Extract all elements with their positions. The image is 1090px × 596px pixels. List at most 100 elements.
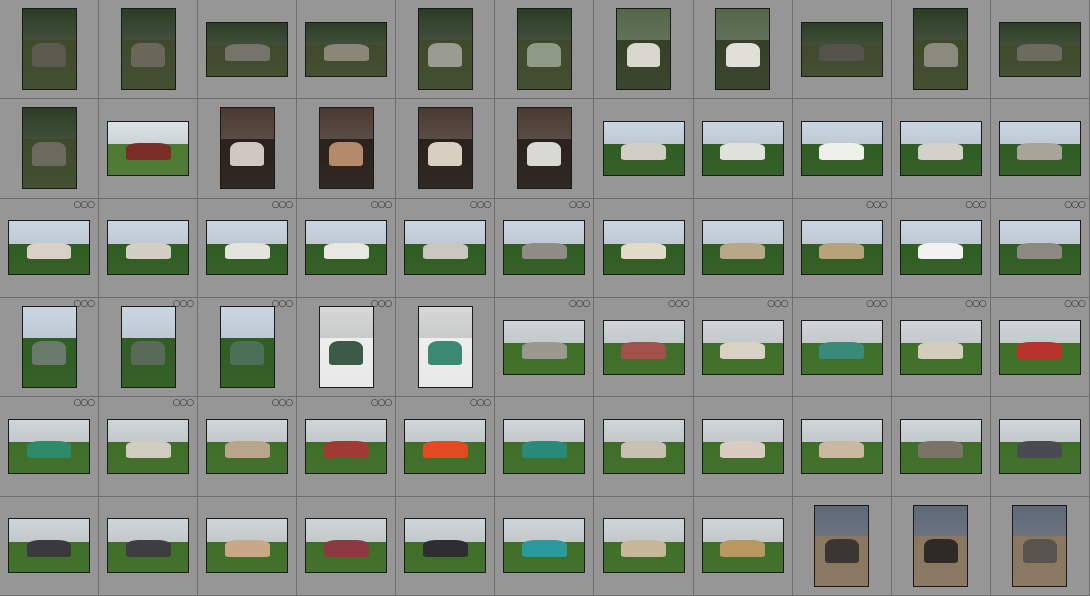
options-badge-icon[interactable]: ○○○ [866,200,888,210]
thumbnail-image[interactable] [701,518,784,574]
thumbnail-image[interactable] [516,107,572,190]
thumbnail-cell[interactable]: ○○○ [0,397,100,497]
thumbnail-cell[interactable] [198,496,298,596]
thumbnail-cell[interactable]: ○○○ [297,297,397,398]
thumbnail-cell[interactable]: ○○○ [990,198,1090,298]
options-badge-icon[interactable]: ○○○ [569,299,591,309]
thumbnail-image[interactable] [616,8,671,91]
thumbnail-image[interactable] [318,107,374,190]
thumbnail-cell[interactable] [693,496,793,596]
thumbnail-cell[interactable] [792,397,892,497]
thumbnail-cell[interactable] [396,297,496,398]
thumbnail-image[interactable] [21,306,77,389]
thumbnail-image[interactable] [899,220,982,276]
thumbnail-image[interactable] [899,418,982,474]
thumbnail-image[interactable] [206,220,289,276]
thumbnail-image[interactable] [701,418,784,474]
thumbnail-image[interactable] [503,319,586,375]
thumbnail-image[interactable] [715,8,771,91]
thumbnail-cell[interactable]: ○○○ [99,397,199,497]
thumbnail-image[interactable] [206,418,289,474]
thumbnail-image[interactable] [516,8,572,91]
thumbnail-image[interactable] [998,319,1081,375]
thumbnail-cell[interactable]: ○○○ [0,198,100,298]
thumbnail-image[interactable] [404,220,487,276]
thumbnail-cell[interactable] [990,496,1090,596]
thumbnail-cell[interactable] [297,496,397,596]
thumbnail-cell[interactable] [495,0,595,100]
thumbnail-cell[interactable] [99,198,199,298]
thumbnail-cell[interactable]: ○○○ [792,198,892,298]
options-badge-icon[interactable]: ○○○ [470,399,492,408]
thumbnail-cell[interactable] [990,397,1090,497]
thumbnail-cell[interactable]: ○○○ [198,397,298,497]
options-badge-icon[interactable]: ○○○ [272,200,294,210]
thumbnail-image[interactable] [21,8,77,91]
thumbnail-image[interactable] [1012,504,1068,587]
thumbnail-image[interactable] [305,21,388,77]
thumbnail-image[interactable] [404,518,487,574]
thumbnail-image[interactable] [913,504,969,587]
thumbnail-image[interactable] [8,220,91,276]
thumbnail-image[interactable] [701,220,784,276]
thumbnail-image[interactable] [913,8,969,91]
thumbnail-cell[interactable] [0,0,100,100]
thumbnail-cell[interactable] [891,0,991,100]
thumbnail-cell[interactable] [198,0,298,100]
thumbnail-cell[interactable]: ○○○ [396,198,496,298]
thumbnail-image[interactable] [21,107,77,190]
thumbnail-cell[interactable]: ○○○ [297,397,397,497]
thumbnail-cell[interactable] [396,99,496,199]
thumbnail-cell[interactable]: ○○○ [594,297,694,398]
thumbnail-cell[interactable]: ○○○ [495,297,595,398]
thumbnail-cell[interactable] [693,0,793,100]
thumbnail-cell[interactable]: ○○○ [297,198,397,298]
thumbnail-image[interactable] [417,107,473,190]
options-badge-icon[interactable]: ○○○ [1064,299,1086,309]
thumbnail-image[interactable] [206,21,289,77]
thumbnail-image[interactable] [800,418,883,474]
thumbnail-image[interactable] [602,120,685,176]
thumbnail-cell[interactable] [792,0,892,100]
thumbnail-image[interactable] [107,518,190,574]
thumbnail-image[interactable] [998,418,1081,474]
options-badge-icon[interactable]: ○○○ [173,399,195,408]
thumbnail-cell[interactable] [594,198,694,298]
thumbnail-image[interactable] [107,418,190,474]
thumbnail-image[interactable] [814,504,870,587]
thumbnail-cell[interactable] [0,99,100,199]
thumbnail-image[interactable] [602,319,685,375]
thumbnail-cell[interactable]: ○○○ [99,297,199,398]
thumbnail-image[interactable] [305,220,388,276]
options-badge-icon[interactable]: ○○○ [965,299,987,309]
thumbnail-image[interactable] [800,220,883,276]
options-badge-icon[interactable]: ○○○ [371,399,393,408]
thumbnail-cell[interactable] [297,99,397,199]
thumbnail-cell[interactable]: ○○○ [198,198,298,298]
options-badge-icon[interactable]: ○○○ [74,399,96,408]
thumbnail-cell[interactable] [594,397,694,497]
thumbnail-image[interactable] [503,418,586,474]
options-badge-icon[interactable]: ○○○ [569,200,591,210]
thumbnail-image[interactable] [602,220,685,276]
thumbnail-cell[interactable]: ○○○ [495,198,595,298]
options-badge-icon[interactable]: ○○○ [371,200,393,210]
thumbnail-image[interactable] [8,418,91,474]
thumbnail-image[interactable] [120,8,176,91]
thumbnail-cell[interactable] [297,0,397,100]
thumbnail-cell[interactable] [594,0,694,100]
thumbnail-image[interactable] [701,319,784,375]
thumbnail-cell[interactable] [99,0,199,100]
thumbnail-cell[interactable] [594,496,694,596]
thumbnail-image[interactable] [998,120,1081,176]
thumbnail-cell[interactable]: ○○○ [0,297,100,398]
thumbnail-image[interactable] [305,518,388,574]
thumbnail-image[interactable] [800,21,883,77]
options-badge-icon[interactable]: ○○○ [272,399,294,408]
thumbnail-cell[interactable]: ○○○ [891,297,991,398]
thumbnail-image[interactable] [417,8,473,91]
thumbnail-image[interactable] [800,319,883,375]
thumbnail-cell[interactable] [594,99,694,199]
thumbnail-cell[interactable] [396,0,496,100]
thumbnail-image[interactable] [404,418,487,474]
